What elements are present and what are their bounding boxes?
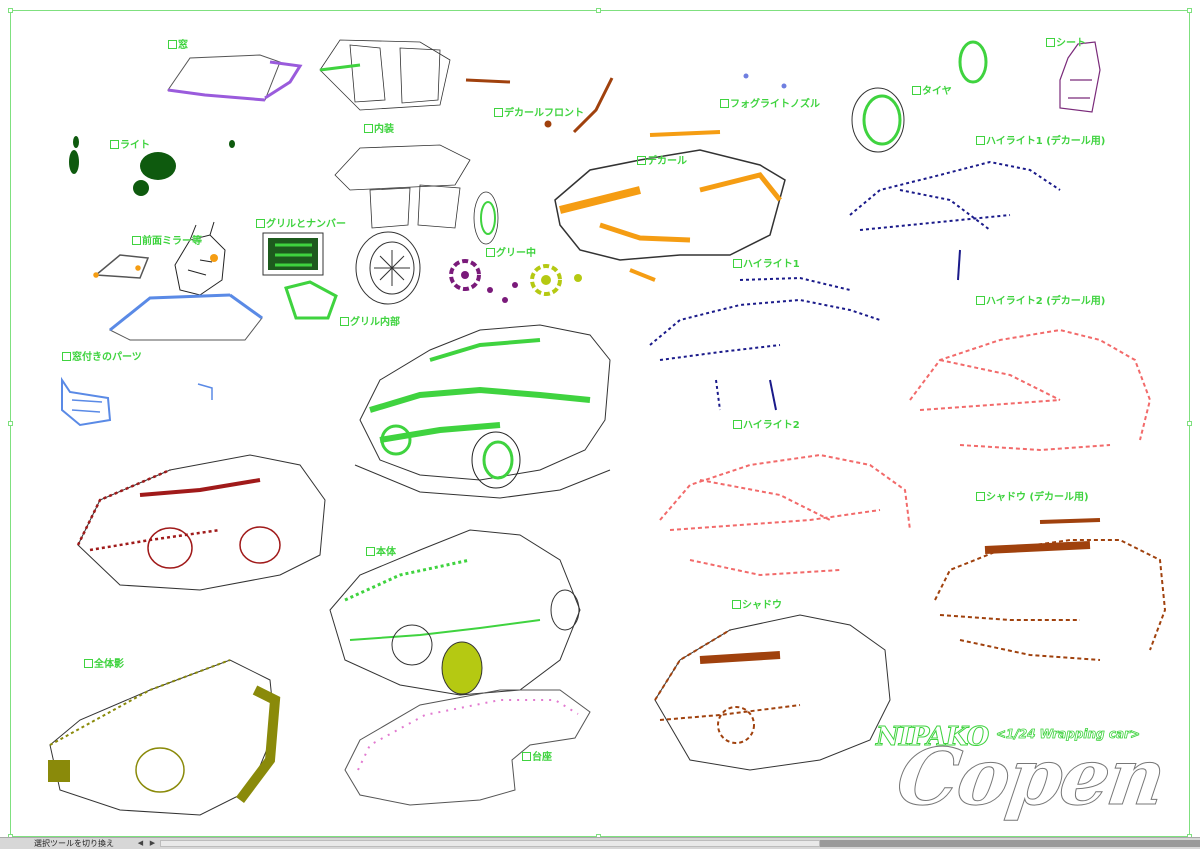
part-grill-inner[interactable] [284, 280, 338, 320]
label-seat: シート [1046, 38, 1086, 50]
part-front-mirror[interactable] [93, 254, 150, 279]
part-decal-orange[interactable] [554, 130, 786, 282]
label-body: 本体 [366, 547, 396, 559]
label-highlight2-decal: ハイライト2 (デカール用) [976, 296, 1105, 308]
label-grill-inner: グリル内部 [340, 317, 400, 329]
part-shadow-decal[interactable] [934, 518, 1167, 661]
part-base-stand[interactable] [344, 689, 591, 806]
part-fog-nozzle[interactable] [743, 73, 787, 89]
label-shadow-decal: シャドウ (デカール用) [976, 492, 1089, 504]
label-green-inner: グリー中 [486, 248, 536, 260]
label-highlight1-decal: ハイライト1 (デカール用) [976, 136, 1105, 148]
label-highlight1: ハイライト1 [733, 259, 800, 271]
horizontal-scroll-track[interactable] [160, 840, 820, 847]
part-body-red[interactable] [76, 454, 326, 591]
part-main-green-car[interactable] [354, 324, 611, 499]
label-base-stand: 台座 [522, 752, 552, 764]
title-copen-script: Copen [891, 732, 1170, 824]
status-next-icon[interactable]: ▶ [148, 839, 157, 848]
status-prev-icon[interactable]: ◀ [136, 839, 145, 848]
part-lights[interactable] [69, 136, 235, 196]
part-seats-top[interactable] [319, 39, 451, 111]
label-tire: タイヤ [912, 86, 952, 98]
label-window-parts: 窓付きのパーツ [62, 352, 142, 364]
part-grill-number[interactable] [262, 232, 324, 276]
part-highlight2[interactable] [659, 453, 911, 577]
status-tool-text[interactable]: 選択ツールを切り換え [4, 839, 132, 848]
label-decal: デカール [637, 156, 687, 168]
label-lights: ライト [110, 140, 150, 152]
part-highlight1-decal[interactable] [849, 160, 1061, 281]
horizontal-scroll-thumb[interactable] [820, 840, 1200, 847]
part-wheels-color[interactable] [449, 259, 582, 303]
label-front-mirror: 前面ミラー等 [132, 236, 202, 248]
part-highlight2-decal[interactable] [909, 328, 1152, 452]
part-shadow[interactable] [654, 614, 891, 771]
label-grill-number: グリルとナンバー [256, 219, 346, 231]
part-decal-front[interactable] [465, 77, 614, 134]
part-character-figure[interactable] [174, 221, 226, 296]
label-decal-front: デカールフロント [494, 108, 584, 120]
label-shadow: シャドウ [732, 600, 782, 612]
label-windows: 窓 [168, 40, 188, 52]
part-seat-single[interactable] [1059, 41, 1101, 113]
label-interior: 内装 [364, 124, 394, 136]
label-overall-shadow: 全体影 [84, 659, 124, 671]
artwork-canvas[interactable] [0, 0, 1200, 837]
status-bar: 選択ツールを切り換え ◀ ▶ [0, 837, 1200, 849]
part-tire-mid[interactable] [355, 231, 421, 305]
part-windows[interactable] [167, 54, 303, 102]
label-highlight2: ハイライト2 [733, 420, 800, 432]
part-overall-shadow[interactable] [48, 659, 281, 816]
label-fog-nozzle: フォグライトノズル [720, 99, 820, 111]
part-interior[interactable] [334, 144, 499, 245]
part-highlight1[interactable] [649, 276, 881, 411]
